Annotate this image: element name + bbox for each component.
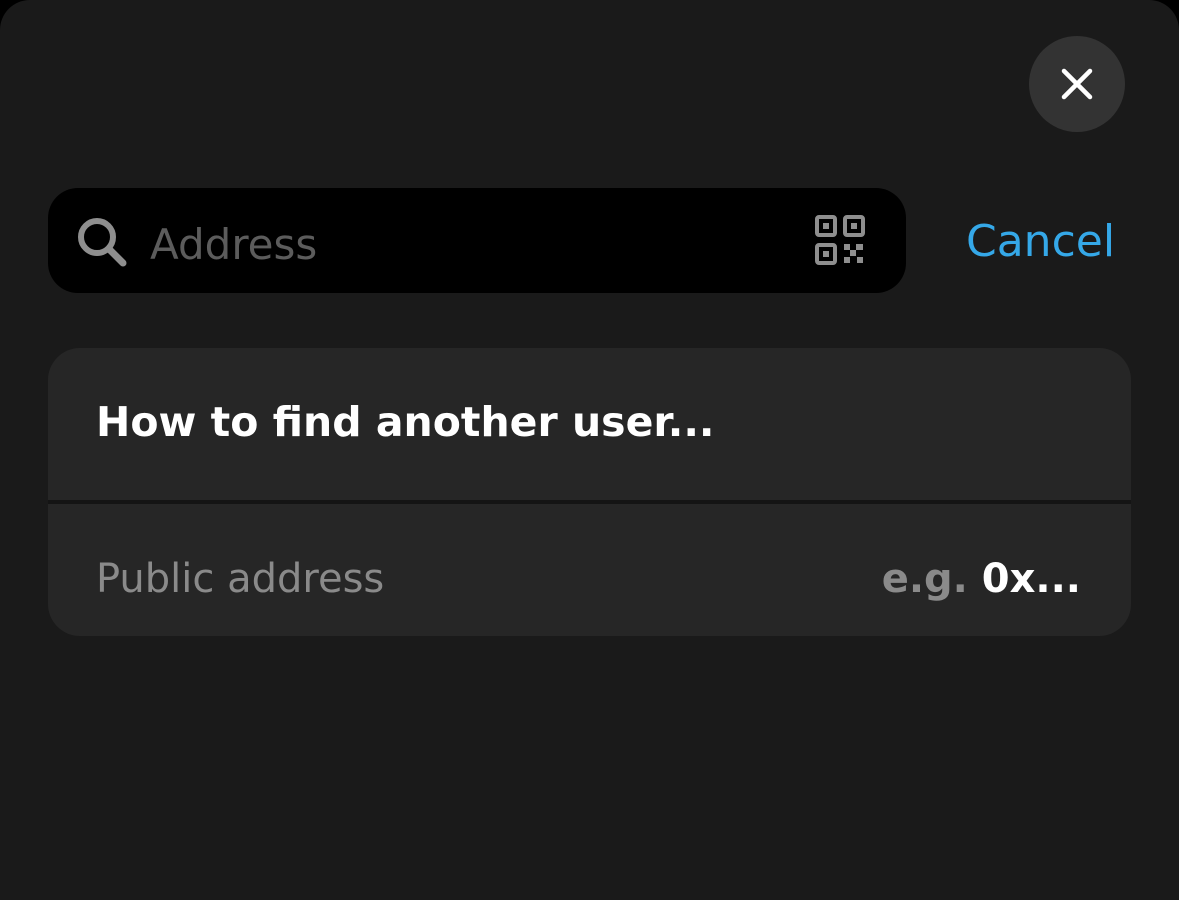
info-card: How to find another user... Public addre… — [48, 348, 1131, 636]
search-icon — [78, 218, 127, 267]
example-prefix: e.g. — [881, 556, 968, 602]
address-search-input[interactable] — [150, 208, 790, 280]
modal-sheet: Cancel How to find another user... Publi… — [0, 0, 1179, 900]
card-title: How to find another user... — [96, 398, 715, 446]
close-icon — [1061, 68, 1093, 100]
example-value: 0x... — [981, 556, 1081, 602]
close-button[interactable] — [1029, 36, 1125, 132]
qr-code-icon[interactable] — [814, 214, 866, 266]
public-address-label: Public address — [96, 556, 385, 602]
divider — [48, 500, 1131, 504]
address-example: e.g. 0x... — [882, 556, 1081, 602]
cancel-button[interactable]: Cancel — [966, 212, 1115, 272]
